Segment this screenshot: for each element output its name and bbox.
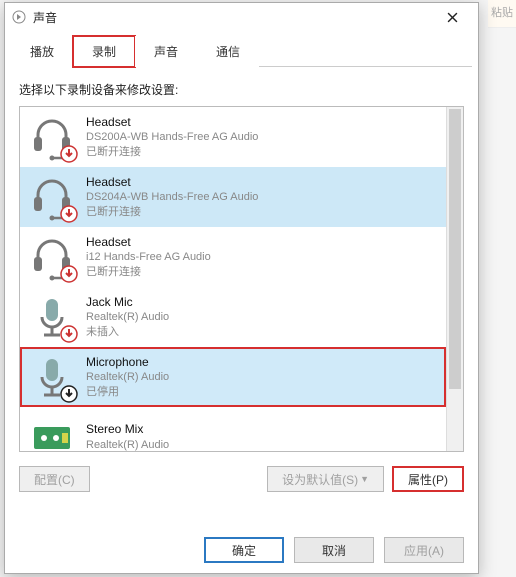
window-title: 声音 bbox=[33, 9, 432, 26]
chevron-down-icon: ▼ bbox=[360, 474, 369, 484]
device-name: Jack Mic bbox=[86, 294, 169, 310]
device-name: Headset bbox=[86, 174, 258, 190]
sound-icon bbox=[11, 9, 27, 25]
cancel-button[interactable]: 取消 bbox=[294, 537, 374, 563]
tab-1[interactable]: 录制 bbox=[73, 36, 135, 67]
scrollbar[interactable] bbox=[446, 107, 463, 451]
device-item[interactable]: Headseti12 Hands-Free AG Audio已断开连接 bbox=[20, 227, 446, 287]
device-texts: Stereo MixRealtek(R) Audio bbox=[86, 421, 169, 451]
apply-button[interactable]: 应用(A) bbox=[384, 537, 464, 563]
device-status: 未插入 bbox=[86, 325, 169, 340]
dialog-buttons: 确定 取消 应用(A) bbox=[204, 537, 464, 563]
status-badge-icon bbox=[60, 385, 78, 403]
device-texts: HeadsetDS204A-WB Hands-Free AG Audio已断开连… bbox=[86, 174, 258, 220]
headset-icon bbox=[28, 113, 76, 161]
device-status: 已断开连接 bbox=[86, 145, 258, 160]
device-texts: MicrophoneRealtek(R) Audio已停用 bbox=[86, 354, 169, 400]
device-name: Microphone bbox=[86, 354, 169, 370]
set-default-label: 设为默认值(S) bbox=[282, 471, 358, 488]
set-default-button[interactable]: 设为默认值(S)▼ bbox=[267, 466, 384, 492]
device-item[interactable]: HeadsetDS200A-WB Hands-Free AG Audio已断开连… bbox=[20, 107, 446, 167]
tab-3[interactable]: 通信 bbox=[197, 36, 259, 67]
device-list[interactable]: HeadsetDS200A-WB Hands-Free AG Audio已断开连… bbox=[20, 107, 446, 451]
ok-button[interactable]: 确定 bbox=[204, 537, 284, 563]
device-status: 已断开连接 bbox=[86, 265, 211, 280]
status-badge-icon bbox=[60, 265, 78, 283]
device-sub: DS204A-WB Hands-Free AG Audio bbox=[86, 190, 258, 205]
device-sub: Realtek(R) Audio bbox=[86, 438, 169, 451]
configure-button[interactable]: 配置(C) bbox=[19, 466, 90, 492]
headset-icon bbox=[28, 233, 76, 281]
mic-icon bbox=[28, 293, 76, 341]
close-button[interactable] bbox=[432, 3, 472, 31]
device-sub: Realtek(R) Audio bbox=[86, 310, 169, 325]
device-texts: HeadsetDS200A-WB Hands-Free AG Audio已断开连… bbox=[86, 114, 258, 160]
instruction-text: 选择以下录制设备来修改设置: bbox=[19, 81, 464, 98]
headset-icon bbox=[28, 173, 76, 221]
button-row: 配置(C) 设为默认值(S)▼ 属性(P) bbox=[19, 466, 464, 492]
tab-panel-recording: 选择以下录制设备来修改设置: HeadsetDS200A-WB Hands-Fr… bbox=[5, 67, 478, 502]
tab-strip: 播放录制声音通信 bbox=[11, 35, 472, 67]
external-fragment: 粘贴 bbox=[488, 0, 516, 28]
device-name: Headset bbox=[86, 114, 258, 130]
device-name: Stereo Mix bbox=[86, 421, 169, 437]
device-name: Headset bbox=[86, 234, 211, 250]
board-icon bbox=[28, 413, 76, 451]
sound-dialog: 声音 播放录制声音通信 选择以下录制设备来修改设置: HeadsetDS200A… bbox=[4, 2, 479, 574]
mic-icon bbox=[28, 353, 76, 401]
device-list-container: HeadsetDS200A-WB Hands-Free AG Audio已断开连… bbox=[19, 106, 464, 452]
status-badge-icon bbox=[60, 325, 78, 343]
device-item[interactable]: HeadsetDS204A-WB Hands-Free AG Audio已断开连… bbox=[20, 167, 446, 227]
titlebar: 声音 bbox=[5, 3, 478, 31]
device-sub: DS200A-WB Hands-Free AG Audio bbox=[86, 130, 258, 145]
tab-2[interactable]: 声音 bbox=[135, 36, 197, 67]
device-sub: i12 Hands-Free AG Audio bbox=[86, 250, 211, 265]
tab-0[interactable]: 播放 bbox=[11, 36, 73, 67]
status-badge-icon bbox=[60, 205, 78, 223]
device-item[interactable]: Jack MicRealtek(R) Audio未插入 bbox=[20, 287, 446, 347]
properties-button[interactable]: 属性(P) bbox=[392, 466, 464, 492]
device-sub: Realtek(R) Audio bbox=[86, 370, 169, 385]
device-status: 已停用 bbox=[86, 385, 169, 400]
device-texts: Jack MicRealtek(R) Audio未插入 bbox=[86, 294, 169, 340]
device-item[interactable]: MicrophoneRealtek(R) Audio已停用 bbox=[20, 347, 446, 407]
scrollbar-thumb[interactable] bbox=[449, 109, 461, 389]
status-badge-icon bbox=[60, 145, 78, 163]
device-texts: Headseti12 Hands-Free AG Audio已断开连接 bbox=[86, 234, 211, 280]
device-item[interactable]: Stereo MixRealtek(R) Audio bbox=[20, 407, 446, 451]
device-status: 已断开连接 bbox=[86, 205, 258, 220]
